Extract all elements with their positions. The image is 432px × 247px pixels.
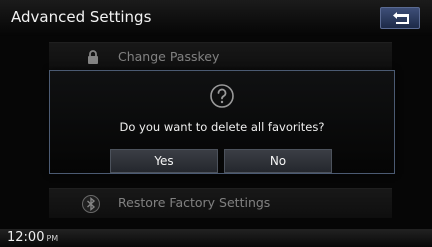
status-bar: 12:00 PM	[0, 229, 432, 247]
question-icon	[210, 84, 234, 108]
back-button[interactable]	[380, 7, 420, 29]
clock: 12:00 PM	[7, 230, 58, 245]
confirm-dialog: Do you want to delete all favorites? Yes…	[49, 70, 395, 174]
clock-meridiem: PM	[46, 234, 59, 243]
no-button[interactable]: No	[224, 149, 332, 173]
clock-time: 12:00	[7, 230, 45, 245]
dialog-message: Do you want to delete all favorites?	[119, 120, 325, 134]
header-bar: Advanced Settings	[0, 0, 432, 36]
page-title: Advanced Settings	[11, 8, 152, 26]
back-arrow-icon	[393, 12, 409, 24]
yes-button[interactable]: Yes	[110, 149, 218, 173]
